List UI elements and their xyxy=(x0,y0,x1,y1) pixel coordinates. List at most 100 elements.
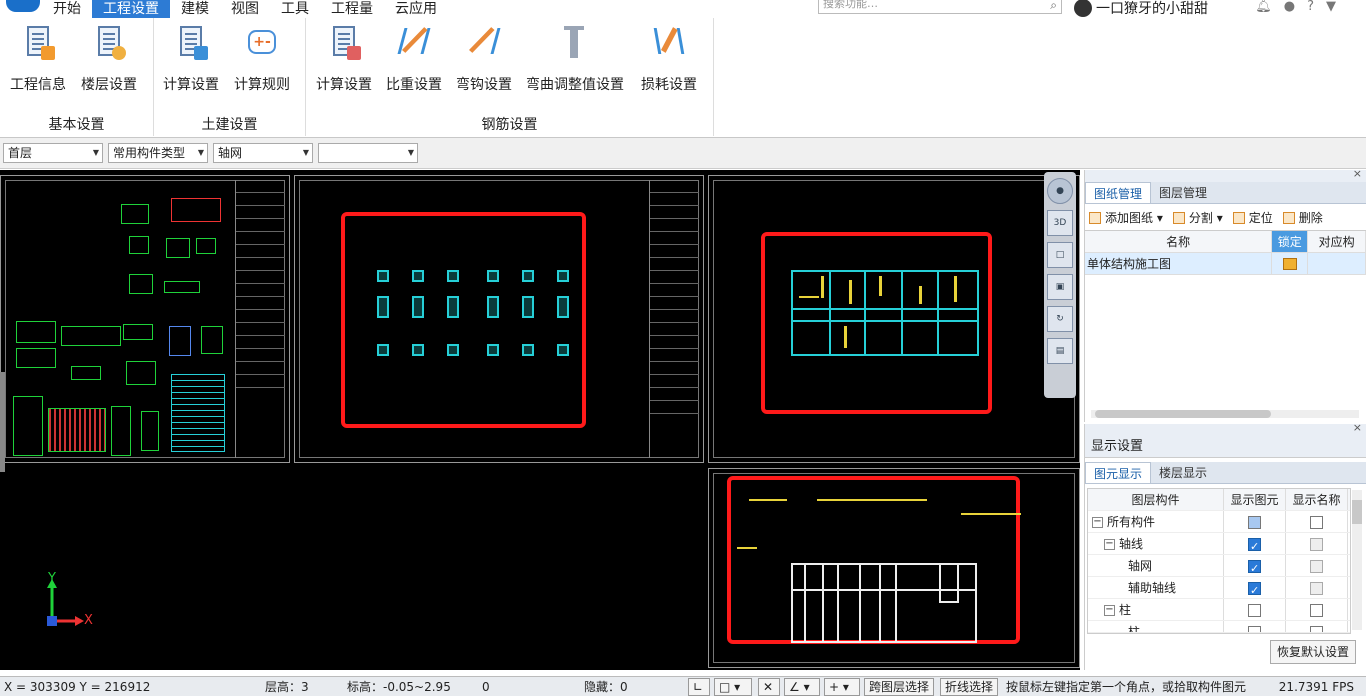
rebar-calc-icon xyxy=(327,26,361,60)
tab-layers[interactable]: 图层管理 xyxy=(1151,182,1215,203)
calc-rules-button[interactable]: +- 计算规则 xyxy=(234,26,290,94)
pile-symbol xyxy=(412,270,424,282)
drawing-sheet-1[interactable] xyxy=(0,175,290,463)
tree-label: 所有构件 xyxy=(1107,515,1156,529)
name-checkbox[interactable] xyxy=(1310,560,1323,573)
hook-settings-button[interactable]: 弯钩设置 xyxy=(456,26,512,94)
drawing-sheet-4[interactable] xyxy=(708,468,1080,668)
toolbar: 首层 ▼ 常用构件类型 ▼ 轴网 ▼ ▼ xyxy=(0,138,1366,169)
menu-view[interactable]: 视图 xyxy=(220,0,270,18)
display-checkbox[interactable] xyxy=(1248,536,1261,558)
view-3d-button[interactable]: 3D xyxy=(1047,210,1073,236)
tree-row-column[interactable]: 柱 xyxy=(1088,621,1350,633)
collapse-icon[interactable]: − xyxy=(1104,605,1115,616)
rebar-calc-settings-button[interactable]: 计算设置 xyxy=(316,26,372,94)
table-row[interactable]: 单体结构施工图 xyxy=(1085,253,1366,275)
tree-row-axis[interactable]: − 轴线 xyxy=(1088,533,1350,558)
split-button[interactable]: 分割 ▾ xyxy=(1172,209,1223,226)
menu-quantities[interactable]: 工程量 xyxy=(320,0,384,18)
horizontal-scrollbar[interactable] xyxy=(1091,410,1359,418)
vertical-scrollbar[interactable] xyxy=(1352,490,1362,630)
fps-readout: 21.7391 FPS xyxy=(1278,680,1354,694)
drawing-sheet-2[interactable] xyxy=(294,175,704,463)
tab-floor-display[interactable]: 楼层显示 xyxy=(1151,462,1215,483)
lock-icon[interactable] xyxy=(1272,253,1309,274)
restore-defaults-button[interactable]: 恢复默认设置 xyxy=(1269,640,1356,664)
loss-settings-button[interactable]: 损耗设置 xyxy=(641,26,697,94)
tree-label: 轴线 xyxy=(1119,537,1144,551)
name-checkbox[interactable] xyxy=(1310,626,1323,632)
tree-row-all[interactable]: − 所有构件 xyxy=(1088,511,1350,533)
floor-select[interactable]: 首层 ▼ xyxy=(3,143,103,163)
bell-icon[interactable]: 🔔︎ xyxy=(1255,0,1272,14)
delete-button[interactable]: 删除 xyxy=(1282,209,1323,226)
name-checkbox[interactable] xyxy=(1310,582,1323,595)
name-checkbox[interactable] xyxy=(1310,516,1323,529)
snap-icon[interactable]: □ ▾ xyxy=(714,678,752,696)
display-checkbox[interactable] xyxy=(1248,604,1261,617)
tree-row-column-group[interactable]: − 柱 xyxy=(1088,599,1350,621)
grid-view-icon[interactable]: ▤ xyxy=(1047,338,1073,364)
ortho-icon[interactable]: ∟ xyxy=(688,678,710,696)
cross-layer-select-button[interactable]: 跨图层选择 xyxy=(864,678,935,696)
hook-icon xyxy=(467,26,501,60)
menu-start[interactable]: 开始 xyxy=(42,0,92,18)
locate-button[interactable]: 定位 xyxy=(1232,209,1273,226)
search-input[interactable]: 搜索功能… ⌕ xyxy=(818,0,1062,14)
column-header[interactable]: 名称 xyxy=(1085,231,1273,252)
status-hint: 按鼠标左键指定第一个角点，或拾取构件图元 xyxy=(1006,680,1247,694)
close-icon[interactable]: × xyxy=(1353,421,1362,434)
left-panel-handle[interactable] xyxy=(0,372,5,472)
collapse-icon[interactable]: − xyxy=(1092,517,1103,528)
weight-settings-button[interactable]: 比重设置 xyxy=(386,26,442,94)
column-header[interactable]: 对应构 xyxy=(1308,231,1366,252)
tab-drawings[interactable]: 图纸管理 xyxy=(1085,182,1152,203)
name-checkbox[interactable] xyxy=(1310,604,1323,617)
menu-modeling[interactable]: 建模 xyxy=(170,0,220,18)
split-icon xyxy=(1172,212,1185,224)
project-info-button[interactable]: 工程信息 xyxy=(10,26,66,94)
tab-element-display[interactable]: 图元显示 xyxy=(1085,462,1152,483)
column-header[interactable]: 锁定 xyxy=(1272,231,1309,252)
tree-row-grid[interactable]: 轴网 xyxy=(1088,555,1350,580)
display-checkbox[interactable] xyxy=(1248,626,1261,632)
orbit-icon[interactable]: ● xyxy=(1047,178,1073,204)
dynamic-input-icon[interactable]: + ▾ xyxy=(824,678,860,696)
drawing-sheet-3[interactable] xyxy=(708,175,1080,463)
button-label: 计算设置 xyxy=(163,77,219,93)
angle-icon[interactable]: ∠ ▾ xyxy=(784,678,820,696)
pile-symbol xyxy=(412,296,424,318)
collapse-icon[interactable]: − xyxy=(1104,539,1115,550)
menu-project-settings[interactable]: 工程设置 xyxy=(92,0,170,18)
menu-tools[interactable]: 工具 xyxy=(270,0,320,18)
add-drawing-button[interactable]: 添加图纸 ▾ xyxy=(1089,209,1163,226)
display-checkbox[interactable] xyxy=(1248,516,1261,529)
menu-cloud[interactable]: 云应用 xyxy=(384,0,448,18)
shirt-icon[interactable]: ▼ xyxy=(1326,0,1336,14)
extra-select[interactable]: ▼ xyxy=(318,143,418,163)
user-info[interactable]: 一口獠牙的小甜甜 xyxy=(1074,0,1208,18)
search-icon[interactable]: ⌕ xyxy=(1050,0,1057,12)
display-checkbox[interactable] xyxy=(1248,580,1261,602)
add-icon xyxy=(1089,212,1101,224)
component-type-select[interactable]: 常用构件类型 ▼ xyxy=(108,143,208,163)
menu-bar: 开始 工程设置 建模 视图 工具 工程量 云应用 搜索功能… ⌕ 一口獠牙的小甜甜… xyxy=(0,0,1366,18)
floor-settings-button[interactable]: 楼层设置 xyxy=(81,26,137,94)
cross-icon[interactable]: ✕ xyxy=(758,678,780,696)
component-select[interactable]: 轴网 ▼ xyxy=(213,143,313,163)
chat-icon[interactable]: ● xyxy=(1284,0,1295,14)
civil-calc-settings-button[interactable]: 计算设置 xyxy=(163,26,219,94)
tree-row-aux-axis[interactable]: 辅助轴线 xyxy=(1088,577,1350,602)
close-icon[interactable]: × xyxy=(1353,167,1362,180)
rotate-icon[interactable]: ↻ xyxy=(1047,306,1073,332)
display-checkbox[interactable] xyxy=(1248,558,1261,580)
top-view-icon[interactable]: □ xyxy=(1047,242,1073,268)
name-checkbox[interactable] xyxy=(1310,538,1323,551)
polyline-select-button[interactable]: 折线选择 xyxy=(940,678,999,696)
bend-adjust-button[interactable]: 弯曲调整值设置 xyxy=(526,26,624,94)
type-value: 常用构件类型 xyxy=(113,146,186,160)
help-icon[interactable]: ? xyxy=(1307,0,1314,14)
box-view-icon[interactable]: ▣ xyxy=(1047,274,1073,300)
app-logo[interactable] xyxy=(0,0,42,18)
drawing-canvas[interactable]: Y X xyxy=(0,170,1080,670)
